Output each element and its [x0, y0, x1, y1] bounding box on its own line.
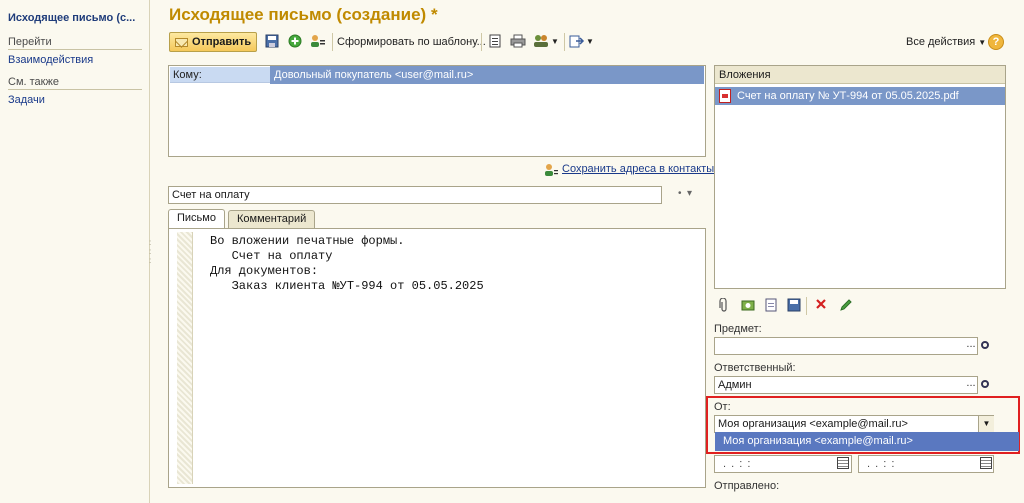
- save-icon[interactable]: [786, 298, 802, 314]
- link-interactions[interactable]: Взаимодействия: [8, 54, 93, 66]
- pdf-icon: [719, 89, 731, 103]
- date-field[interactable]: . . : :: [714, 455, 852, 473]
- chevron-down-icon: ▼: [978, 38, 987, 47]
- recipients-value[interactable]: Довольный покупатель <user@mail.ru>: [270, 66, 704, 84]
- send-button[interactable]: Отправить: [169, 32, 257, 52]
- toolbar-separator: [564, 33, 565, 51]
- toolbar-separator: [806, 297, 807, 315]
- divider: [8, 89, 142, 90]
- from-dropdown-option[interactable]: Моя организация <example@mail.ru>: [715, 432, 1019, 451]
- importance-dropdown[interactable]: • ▾: [678, 188, 692, 199]
- divider: [8, 49, 142, 50]
- users-icon[interactable]: [533, 34, 549, 50]
- help-icon[interactable]: ?: [988, 34, 1004, 50]
- toolbar-separator: [332, 33, 333, 51]
- editor-gutter: [177, 232, 193, 484]
- subject-field[interactable]: [714, 337, 978, 355]
- sent-label: Отправлено:: [714, 480, 780, 492]
- responsible-label: Ответственный:: [714, 362, 796, 374]
- chevron-down-icon[interactable]: ▼: [551, 37, 559, 46]
- panel-splitter[interactable]: :::: [149, 238, 153, 265]
- toolbar-separator: [481, 33, 482, 51]
- person-icon: [544, 163, 558, 177]
- search-icon[interactable]: [978, 337, 992, 353]
- subject-field-label: Предмет:: [714, 323, 762, 335]
- time-field[interactable]: . . : :: [858, 455, 994, 473]
- list-icon[interactable]: [487, 34, 503, 50]
- subject-input[interactable]: Счет на оплату: [168, 186, 662, 204]
- select-button[interactable]: ...: [964, 338, 978, 354]
- save-contacts-link[interactable]: Сохранить адреса в контакты: [562, 163, 714, 175]
- add-icon[interactable]: [287, 34, 303, 50]
- tab-letter[interactable]: Письмо: [168, 209, 225, 229]
- chevron-down-icon[interactable]: ▼: [586, 37, 594, 46]
- tab-comment[interactable]: Комментарий: [228, 210, 316, 228]
- left-panel-title[interactable]: Исходящее письмо (с...: [8, 12, 135, 24]
- link-tasks[interactable]: Задачи: [8, 94, 45, 106]
- see-also-header: См. также: [8, 76, 59, 88]
- delete-icon[interactable]: [813, 298, 829, 314]
- scan-icon[interactable]: [740, 298, 756, 314]
- attachments-header: Вложения: [715, 66, 1005, 84]
- calendar-icon[interactable]: [980, 457, 992, 469]
- save-icon[interactable]: [264, 34, 280, 50]
- contacts-icon[interactable]: [310, 34, 326, 50]
- page-title: Исходящее письмо (создание) *: [169, 5, 438, 24]
- paperclip-icon[interactable]: [716, 297, 732, 314]
- all-actions-button[interactable]: Все действия ▼: [906, 36, 986, 48]
- recipients-label: Кому:: [173, 69, 202, 81]
- responsible-field[interactable]: Админ: [714, 376, 978, 394]
- calendar-icon[interactable]: [837, 457, 849, 469]
- search-icon[interactable]: [978, 376, 992, 392]
- goto-header: Перейти: [8, 36, 52, 48]
- attachment-item[interactable]: Счет на оплату № УТ-994 от 05.05.2025.pd…: [715, 87, 1005, 105]
- select-button[interactable]: ...: [964, 377, 978, 393]
- message-body[interactable]: Во вложении печатные формы. Счет на опла…: [210, 234, 484, 294]
- edit-icon[interactable]: [838, 298, 854, 314]
- print-icon[interactable]: [510, 34, 526, 50]
- template-button[interactable]: Сформировать по шаблону...: [337, 36, 486, 48]
- envelope-icon: [175, 38, 188, 47]
- export-icon[interactable]: [569, 34, 585, 50]
- document-icon[interactable]: [763, 298, 779, 314]
